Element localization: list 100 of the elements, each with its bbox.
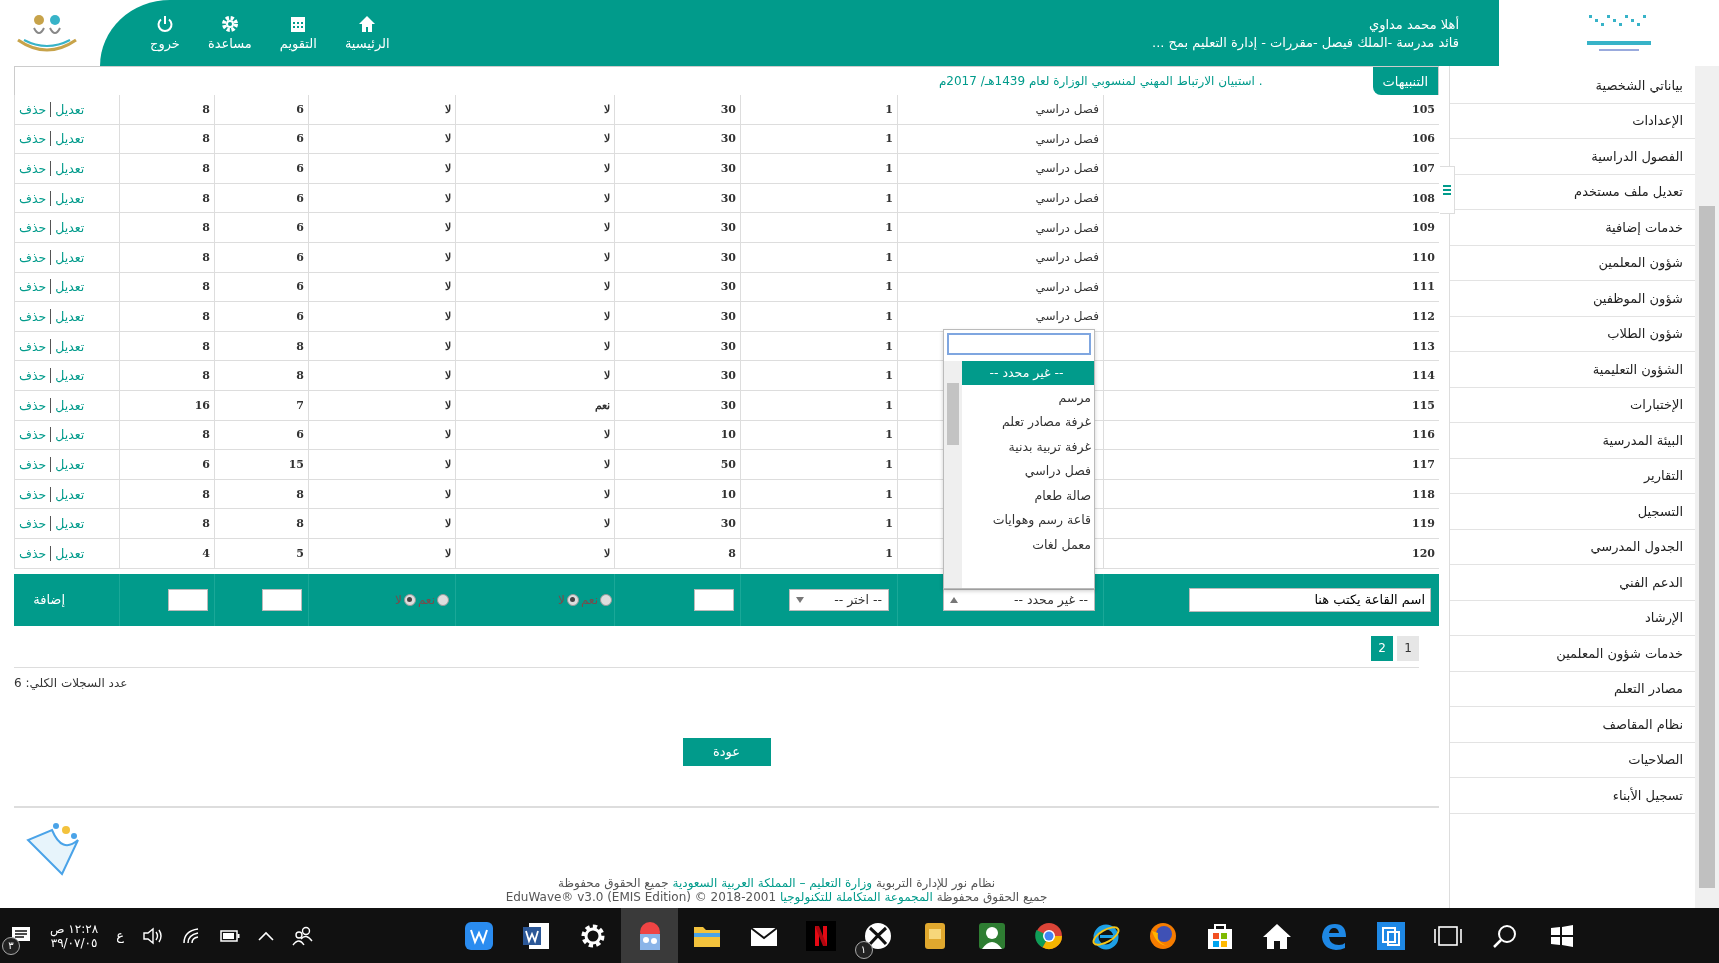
windows-icon[interactable] bbox=[1549, 923, 1574, 948]
delete-link[interactable]: حذف bbox=[19, 279, 47, 295]
menu-toggle[interactable] bbox=[1440, 166, 1455, 214]
sidebar-item[interactable]: التسجيل bbox=[1450, 494, 1695, 530]
footer-link[interactable]: المجموعة المتكاملة للتكنولوجيا bbox=[779, 890, 933, 904]
nav-item[interactable]: الرئيسية bbox=[344, 15, 390, 51]
dropdown-option[interactable]: قاعة رسم وهوايات bbox=[962, 507, 1094, 532]
dropdown-option[interactable]: مرسم bbox=[962, 385, 1094, 410]
sidebar-item[interactable]: الصلاحيات bbox=[1450, 742, 1695, 778]
sidebar-item[interactable]: البيئة المدرسية bbox=[1450, 423, 1695, 459]
sidebar-item[interactable]: شؤون الموظفين bbox=[1450, 281, 1695, 317]
sidebar-item[interactable]: شؤون المعلمين bbox=[1450, 245, 1695, 281]
language-indicator[interactable]: ع bbox=[116, 928, 124, 943]
delete-link[interactable]: حذف bbox=[19, 545, 47, 561]
edit-link[interactable]: تعديل bbox=[55, 101, 85, 117]
delete-link[interactable]: حذف bbox=[19, 131, 47, 147]
sidebar-item[interactable]: التقارير bbox=[1450, 458, 1695, 494]
chevron-up-icon[interactable] bbox=[257, 930, 274, 941]
document-app-icon[interactable] bbox=[520, 920, 551, 951]
edit-link[interactable]: تعديل bbox=[55, 279, 85, 295]
delete-link[interactable]: حذف bbox=[19, 190, 47, 206]
dropdown-option[interactable]: -- غير محدد -- bbox=[962, 360, 1094, 385]
sidebar-item[interactable]: الإرشاد bbox=[1450, 600, 1695, 636]
choose-select[interactable]: -- اختر -- bbox=[789, 588, 889, 611]
alerts-tab[interactable]: التنبيهات bbox=[1372, 67, 1438, 95]
page-button[interactable]: 2 bbox=[1371, 635, 1393, 661]
scrollbar[interactable] bbox=[1695, 66, 1719, 908]
delete-link[interactable]: حذف bbox=[19, 338, 47, 354]
sidebar-item[interactable]: الجدول المدرسي bbox=[1450, 529, 1695, 565]
xbox-icon[interactable] bbox=[862, 920, 893, 951]
dropdown-option[interactable]: غرفة مصادر تعلم bbox=[962, 409, 1094, 434]
browser-icon[interactable] bbox=[1147, 920, 1178, 951]
edit-link[interactable]: تعديل bbox=[55, 190, 85, 206]
task-view-icon[interactable] bbox=[1432, 923, 1463, 948]
delete-link[interactable]: حذف bbox=[19, 397, 47, 413]
sidebar-item[interactable]: الشؤون التعليمية bbox=[1450, 352, 1695, 388]
radio-button[interactable] bbox=[437, 593, 449, 606]
edit-link[interactable]: تعديل bbox=[55, 368, 85, 384]
scrollbar[interactable] bbox=[944, 360, 962, 588]
taskbar-button[interactable]: ١ bbox=[849, 908, 906, 963]
delete-link[interactable]: حذف bbox=[19, 220, 47, 236]
app-tile-icon[interactable] bbox=[463, 920, 494, 951]
sidebar-item[interactable]: الإعدادات bbox=[1450, 103, 1695, 139]
contacts-app-icon[interactable] bbox=[976, 920, 1007, 951]
dropdown-option[interactable]: فصل دراسي bbox=[962, 458, 1094, 483]
volume-icon[interactable] bbox=[141, 926, 164, 945]
input-field[interactable] bbox=[262, 588, 302, 611]
edit-link[interactable]: تعديل bbox=[55, 220, 85, 236]
nav-item[interactable]: مساعدة bbox=[207, 15, 252, 51]
edit-link[interactable]: تعديل bbox=[55, 545, 85, 561]
footer-link[interactable]: وزارة التعليم – المملكة العربية السعودية bbox=[672, 876, 873, 890]
delete-link[interactable]: حذف bbox=[19, 308, 47, 324]
browser-icon[interactable] bbox=[1033, 920, 1064, 951]
sidebar-item[interactable]: تسجيل الأبناء bbox=[1450, 778, 1695, 814]
sidebar-item[interactable]: الدعم الفني bbox=[1450, 565, 1695, 601]
delete-link[interactable]: حذف bbox=[19, 101, 47, 117]
taskbar-button[interactable] bbox=[621, 908, 678, 963]
edit-link[interactable]: تعديل bbox=[55, 397, 85, 413]
edit-link[interactable]: تعديل bbox=[55, 486, 85, 502]
nav-item[interactable]: خروج bbox=[150, 15, 180, 51]
edit-link[interactable]: تعديل bbox=[55, 427, 85, 443]
sidebar-item[interactable]: بياناتي الشخصية bbox=[1450, 68, 1695, 104]
home-icon[interactable] bbox=[1261, 921, 1292, 950]
battery-icon[interactable] bbox=[219, 929, 240, 942]
room-name-field[interactable]: اسم القاعة يكتب هنا bbox=[1189, 587, 1431, 612]
people-icon[interactable] bbox=[291, 925, 314, 946]
edit-link[interactable]: تعديل bbox=[55, 338, 85, 354]
streaming-app-icon[interactable] bbox=[805, 920, 836, 951]
input-field[interactable] bbox=[694, 588, 734, 611]
room-type-select[interactable]: -- غير محدد -- bbox=[943, 588, 1095, 611]
delete-link[interactable]: حذف bbox=[19, 516, 47, 532]
nav-item[interactable]: التقويم bbox=[279, 15, 317, 51]
sidebar-item[interactable]: خدمات شؤون المعلمين bbox=[1450, 636, 1695, 672]
radio-button[interactable] bbox=[566, 593, 579, 606]
edit-link[interactable]: تعديل bbox=[55, 131, 85, 147]
sidebar-item[interactable]: الإختبارات bbox=[1450, 387, 1695, 423]
radio-button[interactable] bbox=[403, 593, 416, 606]
search-icon[interactable] bbox=[1491, 922, 1518, 949]
delete-link[interactable]: حذف bbox=[19, 486, 47, 502]
sidebar-item[interactable]: نظام المقاصف bbox=[1450, 707, 1695, 743]
sidebar-item[interactable]: مصادر التعلم bbox=[1450, 671, 1695, 707]
edit-link[interactable]: تعديل bbox=[55, 249, 85, 265]
edit-link[interactable]: تعديل bbox=[55, 456, 85, 472]
add-button[interactable]: إضافة bbox=[27, 591, 71, 608]
app-tile-icon[interactable] bbox=[1375, 920, 1406, 951]
delete-link[interactable]: حذف bbox=[19, 161, 47, 176]
dropdown-option[interactable]: صالة طعام bbox=[962, 483, 1094, 508]
radio-button[interactable] bbox=[600, 593, 612, 606]
back-button[interactable]: عودة bbox=[682, 737, 771, 766]
sidebar-item[interactable]: شؤون الطلاب bbox=[1450, 316, 1695, 352]
dropdown-option[interactable]: غرفة تربية بدنية bbox=[962, 434, 1094, 459]
delete-link[interactable]: حذف bbox=[19, 249, 47, 265]
delete-link[interactable]: حذف bbox=[19, 456, 47, 472]
delete-link[interactable]: حذف bbox=[19, 427, 47, 443]
clock[interactable]: ١٢:٢٨ ص ٣٩/٠٧/٠٥ bbox=[50, 921, 99, 950]
edit-link[interactable]: تعديل bbox=[55, 161, 85, 176]
delete-link[interactable]: حذف bbox=[19, 368, 47, 384]
edit-link[interactable]: تعديل bbox=[55, 516, 85, 532]
search-field[interactable] bbox=[947, 332, 1091, 355]
dropdown-option[interactable]: معمل لغات bbox=[962, 532, 1094, 557]
